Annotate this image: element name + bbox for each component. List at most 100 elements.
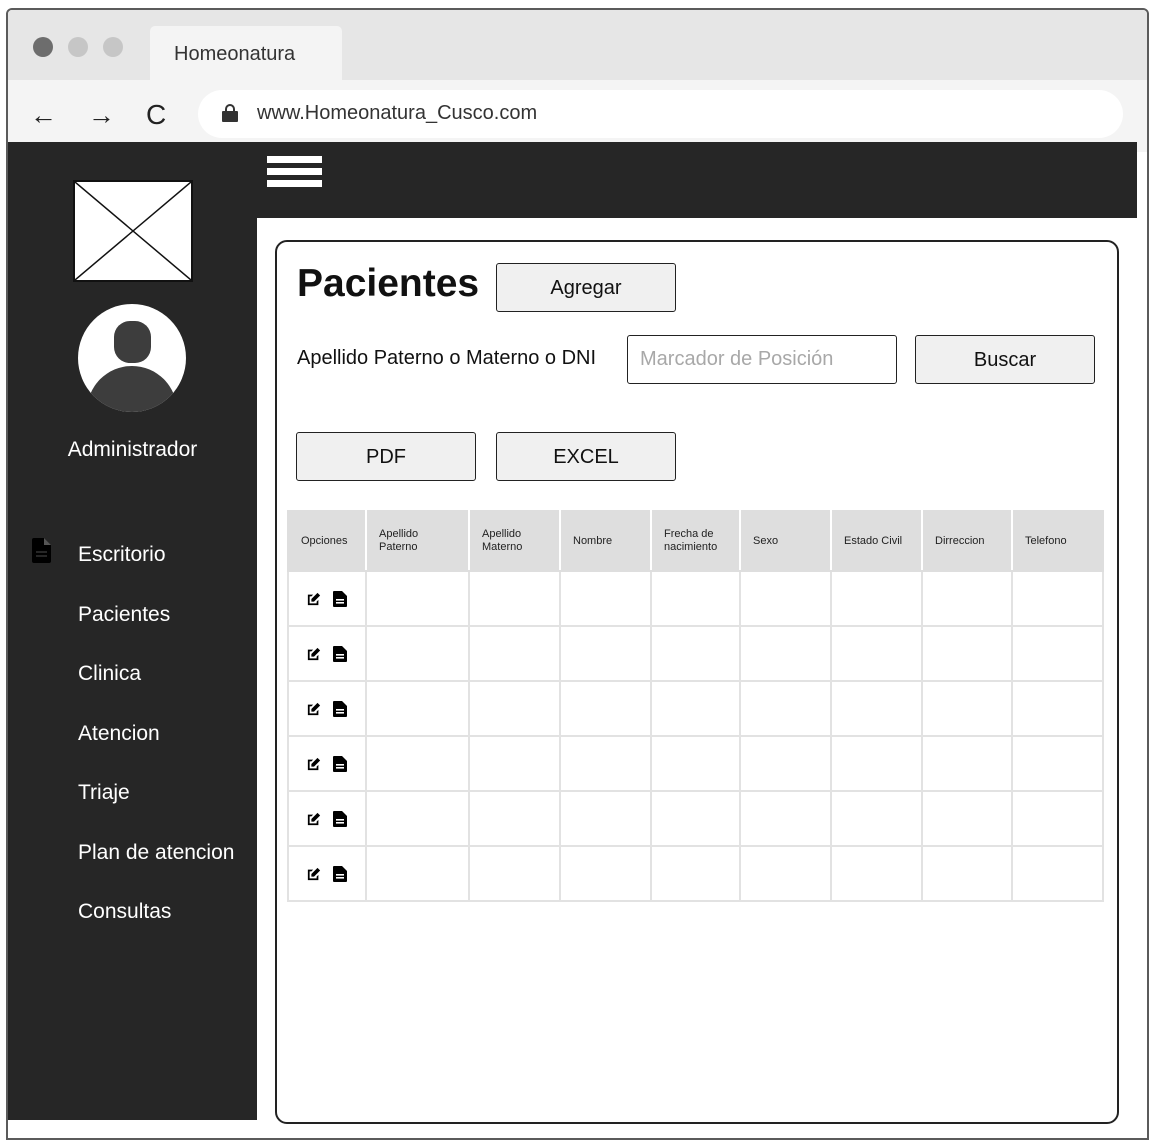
sidebar: Administrador Escritorio Pacientes Clini… — [8, 142, 257, 1120]
sidebar-item-clinica[interactable]: Clinica — [8, 655, 257, 715]
sidebar-item-pacientes[interactable]: Pacientes — [8, 596, 257, 656]
table-cell — [468, 680, 561, 737]
browser-tab[interactable]: Homeonatura — [150, 26, 342, 80]
table-cell — [559, 570, 652, 627]
table-cell — [650, 570, 741, 627]
user-name: Administrador — [67, 438, 198, 461]
options-cell — [287, 735, 367, 792]
table-cell — [559, 790, 652, 847]
search-label: Apellido Paterno o Materno o DNI — [297, 347, 597, 369]
table-cell — [650, 790, 741, 847]
user-icon — [114, 321, 151, 363]
table-cell — [830, 570, 923, 627]
column-header[interactable]: Sexo — [739, 510, 832, 572]
table-cell — [559, 845, 652, 902]
edit-icon[interactable] — [307, 591, 321, 607]
edit-icon[interactable] — [307, 701, 321, 717]
options-cell — [287, 570, 367, 627]
sidebar-item-label: Triaje — [78, 781, 130, 804]
lock-icon — [222, 104, 238, 122]
options-cell — [287, 625, 367, 682]
forward-arrow-icon[interactable]: → — [88, 100, 115, 130]
window-close-dot[interactable] — [33, 37, 53, 57]
document-icon — [32, 538, 51, 563]
edit-icon[interactable] — [307, 811, 321, 827]
table-cell — [1011, 845, 1104, 902]
sidebar-item-atencion[interactable]: Atencion — [8, 715, 257, 775]
url-text: www.Homeonatura_Cusco.com — [257, 102, 538, 124]
column-header[interactable]: Opciones — [287, 510, 367, 572]
sidebar-item-consultas[interactable]: Consultas — [8, 893, 257, 953]
table-cell — [365, 845, 470, 902]
avatar[interactable] — [78, 304, 186, 412]
table-cell — [365, 735, 470, 792]
edit-icon[interactable] — [307, 866, 321, 882]
edit-icon[interactable] — [307, 756, 321, 772]
sidebar-item-escritorio[interactable]: Escritorio — [8, 536, 257, 596]
window-minimize-dot[interactable] — [68, 37, 88, 57]
options-cell — [287, 680, 367, 737]
search-button[interactable]: Buscar — [915, 335, 1095, 384]
table-row — [287, 735, 1104, 792]
top-bar — [257, 142, 1137, 218]
file-icon[interactable] — [333, 810, 347, 827]
file-icon[interactable] — [333, 865, 347, 882]
file-icon[interactable] — [333, 590, 347, 607]
options-cell — [287, 790, 367, 847]
export-pdf-button[interactable]: PDF — [296, 432, 476, 481]
options-cell — [287, 845, 367, 902]
file-icon[interactable] — [333, 755, 347, 772]
table-row — [287, 790, 1104, 847]
table-cell — [365, 680, 470, 737]
table-cell — [468, 625, 561, 682]
table-cell — [650, 845, 741, 902]
column-header[interactable]: Apellido Paterno — [365, 510, 470, 572]
sidebar-item-label: Clinica — [78, 662, 142, 685]
add-patient-button[interactable]: Agregar — [496, 263, 676, 312]
table-cell — [365, 570, 470, 627]
table-cell — [468, 570, 561, 627]
page-title: Pacientes — [297, 262, 480, 305]
reload-icon[interactable]: C — [146, 100, 166, 130]
search-input[interactable] — [627, 335, 897, 384]
table-cell — [921, 680, 1013, 737]
table-cell — [1011, 735, 1104, 792]
url-field[interactable]: www.Homeonatura_Cusco.com — [198, 90, 1123, 138]
column-header[interactable]: Frecha de nacimiento — [650, 510, 741, 572]
table-cell — [468, 845, 561, 902]
window-maximize-dot[interactable] — [103, 37, 123, 57]
table-cell — [650, 680, 741, 737]
column-header[interactable]: Apellido Materno — [468, 510, 561, 572]
table-cell — [921, 570, 1013, 627]
edit-icon[interactable] — [307, 646, 321, 662]
file-icon[interactable] — [333, 700, 347, 717]
table-cell — [559, 625, 652, 682]
table-header-row: Opciones Apellido Paterno Apellido Mater… — [287, 510, 1104, 572]
sidebar-item-label: Atencion — [78, 721, 160, 745]
table-cell — [921, 790, 1013, 847]
table-cell — [739, 680, 832, 737]
column-header[interactable]: Estado Civil — [830, 510, 923, 572]
sidebar-item-triaje[interactable]: Triaje — [8, 774, 257, 834]
patients-table: Opciones Apellido Paterno Apellido Mater… — [287, 510, 1104, 902]
sidebar-item-plan-de-atencion[interactable]: Plan de atencion — [8, 834, 257, 894]
table-cell — [1011, 790, 1104, 847]
tab-title: Homeonatura — [174, 43, 296, 65]
table-row — [287, 625, 1104, 682]
table-cell — [650, 625, 741, 682]
export-excel-button[interactable]: EXCEL — [496, 432, 676, 481]
table-cell — [830, 680, 923, 737]
table-cell — [921, 625, 1013, 682]
file-icon[interactable] — [333, 645, 347, 662]
table-cell — [468, 735, 561, 792]
column-header[interactable]: Nombre — [559, 510, 652, 572]
column-header[interactable]: Dirreccion — [921, 510, 1013, 572]
table-cell — [739, 845, 832, 902]
table-cell — [739, 625, 832, 682]
sidebar-item-label: Consultas — [78, 900, 172, 923]
table-cell — [739, 735, 832, 792]
back-arrow-icon[interactable]: ← — [30, 100, 57, 130]
hamburger-menu-icon[interactable] — [267, 156, 322, 187]
column-header[interactable]: Telefono — [1011, 510, 1104, 572]
content-panel: Pacientes Agregar Apellido Paterno o Mat… — [275, 240, 1119, 1124]
